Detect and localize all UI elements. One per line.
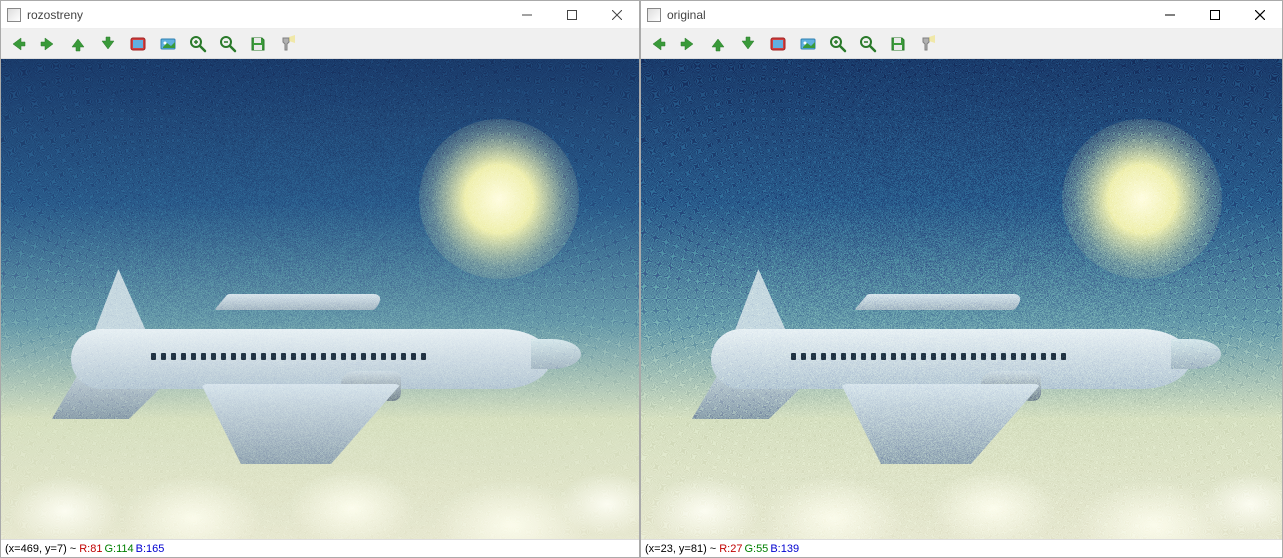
zoom-out-button[interactable] (857, 33, 879, 55)
arrow-up-icon (709, 35, 727, 53)
window-original: original (640, 0, 1283, 558)
zoom-out-button[interactable] (217, 33, 239, 55)
nav-up-button[interactable] (67, 33, 89, 55)
save-button[interactable] (887, 33, 909, 55)
image-viewport[interactable] (641, 59, 1282, 539)
save-icon (249, 35, 267, 53)
arrow-down-icon (739, 35, 757, 53)
nav-forward-button[interactable] (677, 33, 699, 55)
window-controls (504, 1, 639, 28)
original-size-button[interactable] (797, 33, 819, 55)
fit-image-button[interactable] (767, 33, 789, 55)
nav-up-button[interactable] (707, 33, 729, 55)
zoom-in-button[interactable] (827, 33, 849, 55)
status-separator: ~ (710, 543, 716, 555)
flashlight-icon (919, 35, 937, 53)
fit-image-icon (129, 35, 147, 53)
arrow-up-icon (69, 35, 87, 53)
titlebar[interactable]: original (641, 1, 1282, 29)
window-title: rozostreny (27, 8, 83, 22)
nav-down-button[interactable] (737, 33, 759, 55)
image-viewport[interactable] (1, 59, 639, 539)
arrow-left-icon (9, 35, 27, 53)
original-size-button[interactable] (157, 33, 179, 55)
flashlight-icon (279, 35, 297, 53)
minimize-button[interactable] (504, 1, 549, 28)
maximize-button[interactable] (1192, 1, 1237, 28)
nav-back-button[interactable] (7, 33, 29, 55)
nav-forward-button[interactable] (37, 33, 59, 55)
minimize-button[interactable] (1147, 1, 1192, 28)
close-button[interactable] (594, 1, 639, 28)
cursor-tool-button[interactable] (917, 33, 939, 55)
status-g: G:114 (104, 543, 133, 555)
status-r: R:27 (719, 543, 742, 555)
app-icon (647, 8, 661, 22)
fit-image-button[interactable] (127, 33, 149, 55)
arrow-right-icon (39, 35, 57, 53)
zoom-in-button[interactable] (187, 33, 209, 55)
app-icon (7, 8, 21, 22)
original-size-icon (799, 35, 817, 53)
window-rozostreny: rozostreny (0, 0, 640, 558)
nav-back-button[interactable] (647, 33, 669, 55)
zoom-in-icon (829, 35, 847, 53)
toolbar (641, 29, 1282, 59)
original-size-icon (159, 35, 177, 53)
arrow-left-icon (649, 35, 667, 53)
zoom-in-icon (189, 35, 207, 53)
status-b: B:165 (136, 543, 165, 555)
status-separator: ~ (70, 543, 76, 555)
maximize-button[interactable] (549, 1, 594, 28)
statusbar: (x=469, y=7) ~ R:81 G:114 B:165 (1, 539, 639, 557)
zoom-out-icon (219, 35, 237, 53)
save-icon (889, 35, 907, 53)
window-title: original (667, 8, 706, 22)
status-g: G:55 (744, 543, 768, 555)
cursor-tool-button[interactable] (277, 33, 299, 55)
zoom-out-icon (859, 35, 877, 53)
close-button[interactable] (1237, 1, 1282, 28)
arrow-down-icon (99, 35, 117, 53)
status-coord: (x=23, y=81) (645, 543, 707, 555)
save-button[interactable] (247, 33, 269, 55)
titlebar[interactable]: rozostreny (1, 1, 639, 29)
fit-image-icon (769, 35, 787, 53)
status-coord: (x=469, y=7) (5, 543, 67, 555)
toolbar (1, 29, 639, 59)
status-b: B:139 (770, 543, 799, 555)
arrow-right-icon (679, 35, 697, 53)
window-controls (1147, 1, 1282, 28)
statusbar: (x=23, y=81) ~ R:27 G:55 B:139 (641, 539, 1282, 557)
nav-down-button[interactable] (97, 33, 119, 55)
status-r: R:81 (79, 543, 102, 555)
